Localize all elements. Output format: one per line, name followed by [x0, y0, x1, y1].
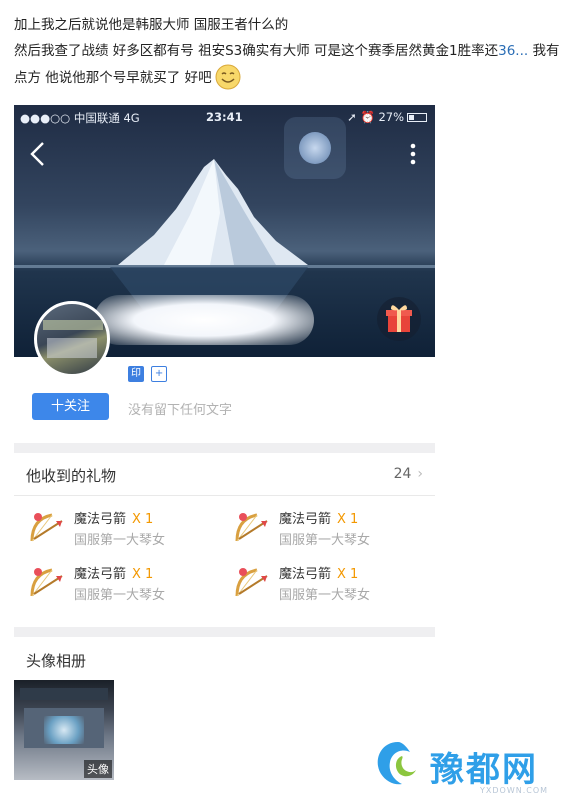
- post-text: 加上我之后就说他是韩服大师 国服王者什么的 然后我查了战绩 好多区都有号 祖安S…: [14, 12, 574, 91]
- smiley-icon: [215, 64, 241, 90]
- watermark-text: 豫都网: [430, 750, 538, 790]
- badge-yin[interactable]: 印: [128, 366, 144, 382]
- section-divider: [14, 627, 435, 637]
- gift-from: 国服第一大琴女: [74, 533, 166, 548]
- gift-from: 国服第一大琴女: [74, 588, 166, 603]
- gift-qty: X 1: [132, 567, 154, 582]
- watermark-sub: YXDOWN.COM: [480, 786, 549, 795]
- gift-from: 国服第一大琴女: [279, 533, 371, 548]
- gifts-count: 24: [393, 466, 412, 482]
- album-thumbnail[interactable]: 头像: [14, 680, 114, 780]
- clock-text: 23:41: [206, 110, 243, 124]
- gift-qty: X 1: [132, 512, 154, 527]
- album-thumb-label: 头像: [84, 760, 112, 778]
- post-line-3: 点方 他说他那个号早就买了 好吧: [14, 64, 574, 91]
- gift-qty: X 1: [337, 512, 359, 527]
- back-icon[interactable]: [26, 139, 50, 169]
- profile-badges: 印 +: [128, 361, 169, 382]
- chevron-right-icon: ›: [417, 466, 423, 482]
- album-section-title: 头像相册: [26, 652, 87, 670]
- battery-icon: [407, 113, 427, 122]
- badge-add[interactable]: +: [151, 366, 168, 382]
- status-right: ➚ ⏰ 27%: [347, 110, 427, 124]
- gift-icon[interactable]: [377, 297, 421, 341]
- site-logo-icon: [377, 742, 416, 785]
- gifts-count-link[interactable]: 24 ›: [394, 466, 423, 482]
- redacted-name-scribble: [94, 295, 314, 345]
- bow-arrow-icon: [235, 513, 268, 542]
- gift-name-line: 魔法弓箭 X 1: [279, 563, 358, 582]
- thumb-strip: [20, 688, 108, 700]
- gift-from: 国服第一大琴女: [279, 588, 371, 603]
- gift-item[interactable]: 魔法弓箭 X 1 国服第一大琴女: [231, 562, 431, 603]
- post-line-3-text: 点方 他说他那个号早就买了 好吧: [14, 70, 212, 86]
- gift-item[interactable]: 魔法弓箭 X 1 国服第一大琴女: [26, 562, 226, 603]
- site-watermark: 豫都网 YXDOWN.COM: [372, 738, 578, 798]
- gift-name-line: 魔法弓箭 X 1: [74, 508, 153, 527]
- battery-text: ➚ ⏰ 27%: [347, 110, 404, 124]
- phone-screenshot: ●●●○○ 中国联通 4G 23:41 ➚ ⏰ 27% 印 + 十关注 没有留下…: [14, 105, 435, 805]
- gifts-section-title: 他收到的礼物: [26, 467, 117, 485]
- gift-name: 魔法弓箭: [279, 512, 332, 527]
- gift-name-line: 魔法弓箭 X 1: [279, 508, 358, 527]
- gift-qty: X 1: [337, 567, 359, 582]
- gift-name: 魔法弓箭: [74, 567, 127, 582]
- bow-arrow-icon: [30, 513, 63, 542]
- bow-arrow-icon: [30, 568, 63, 597]
- post-line-2: 然后我查了战绩 好多区都有号 祖安S3确实有大师 可是这个赛季居然黄金1胜率还3…: [14, 38, 574, 64]
- gift-name: 魔法弓箭: [279, 567, 332, 582]
- profile-bio: 没有留下任何文字: [128, 403, 233, 418]
- section-divider: [14, 443, 435, 453]
- more-icon[interactable]: [403, 141, 423, 167]
- post-line-2-end: 我有: [528, 43, 560, 59]
- thumb-glyph: [44, 716, 84, 744]
- follow-button[interactable]: 十关注: [32, 393, 109, 420]
- avatar[interactable]: [34, 301, 110, 377]
- gift-item[interactable]: 魔法弓箭 X 1 国服第一大琴女: [26, 507, 226, 548]
- section-hline: [14, 495, 435, 496]
- carrier-text: ●●●○○ 中国联通 4G: [20, 111, 140, 125]
- bow-arrow-icon: [235, 568, 268, 597]
- post-line-1: 加上我之后就说他是韩服大师 国服王者什么的: [14, 17, 289, 33]
- gift-name-line: 魔法弓箭 X 1: [74, 563, 153, 582]
- status-bar: ●●●○○ 中国联通 4G 23:41 ➚ ⏰ 27%: [20, 108, 427, 126]
- gift-name: 魔法弓箭: [74, 512, 127, 527]
- post-line-2-text: 然后我查了战绩 好多区都有号 祖安S3确实有大师 可是这个赛季居然黄金1胜率还: [14, 43, 499, 59]
- gift-item[interactable]: 魔法弓箭 X 1 国服第一大琴女: [231, 507, 431, 548]
- post-line-2-highlight: 36...: [498, 43, 529, 59]
